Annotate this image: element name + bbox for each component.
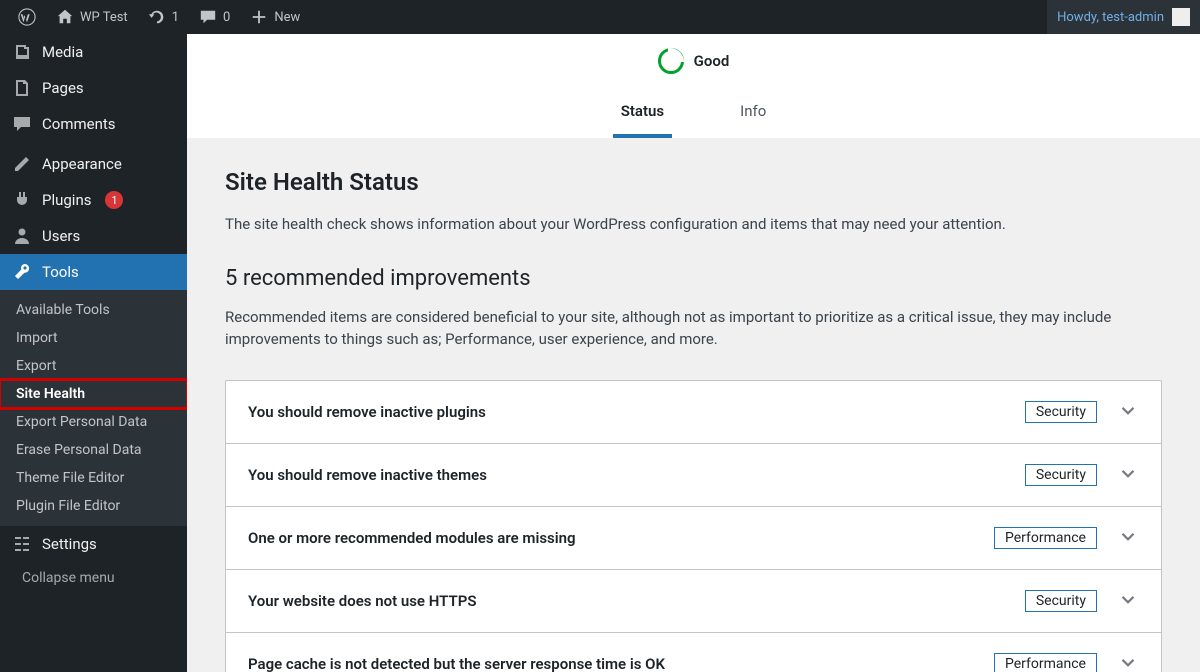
updates-count: 1 [172,10,179,25]
submenu-available-tools[interactable]: Available Tools [0,296,187,324]
users-icon [12,226,32,246]
tab-status[interactable]: Status [613,90,672,138]
comments-icon [12,114,32,134]
issue-badge: Security [1025,590,1097,612]
health-status-text: Good [694,52,730,70]
chevron-down-icon [1117,651,1139,672]
home-icon [56,8,74,26]
issue-title: You should remove inactive plugins [248,403,1025,421]
new-content-link[interactable]: New [240,0,310,34]
submenu-theme-file-editor[interactable]: Theme File Editor [0,464,187,492]
media-icon [12,42,32,62]
progress-ring-icon [658,48,684,74]
sidebar-item-comments[interactable]: Comments [0,106,187,142]
sidebar-item-media[interactable]: Media [0,34,187,70]
collapse-menu-button[interactable]: Collapse menu [0,562,187,594]
comments-link[interactable]: 0 [189,0,240,34]
issue-badge: Security [1025,464,1097,486]
submenu-import[interactable]: Import [0,324,187,352]
submenu-plugin-file-editor[interactable]: Plugin File Editor [0,492,187,520]
updates-link[interactable]: 1 [138,0,189,34]
submenu-export[interactable]: Export [0,352,187,380]
issue-badge: Security [1025,401,1097,423]
issue-row[interactable]: Your website does not use HTTPS Security [226,569,1161,632]
issue-row[interactable]: You should remove inactive themes Securi… [226,443,1161,506]
submenu-export-personal-data[interactable]: Export Personal Data [0,408,187,436]
issue-badge: Performance [994,527,1097,549]
account-menu[interactable]: Howdy, test-admin [1047,0,1200,34]
settings-icon [12,534,32,554]
site-link[interactable]: WP Test [46,0,138,34]
plugins-update-badge: 1 [105,191,123,209]
admin-sidebar: Media Pages Comments Appearance Plugins … [0,34,187,672]
sidebar-item-users[interactable]: Users [0,218,187,254]
issue-badge: Performance [994,653,1097,672]
plugins-icon [12,190,32,210]
recommended-accordion: You should remove inactive plugins Secur… [225,380,1162,672]
submenu-erase-personal-data[interactable]: Erase Personal Data [0,436,187,464]
pages-icon [12,78,32,98]
tab-info[interactable]: Info [732,90,774,138]
chevron-down-icon [1117,588,1139,614]
site-health-header: Good Status Info [187,34,1200,138]
avatar [1172,8,1190,26]
health-indicator: Good [187,48,1200,74]
issue-row[interactable]: Page cache is not detected but the serve… [226,632,1161,672]
issue-title: Page cache is not detected but the serve… [248,655,994,672]
sidebar-item-pages[interactable]: Pages [0,70,187,106]
content-area: Good Status Info Site Health Status The … [187,34,1200,672]
refresh-icon [148,8,166,26]
sidebar-item-settings[interactable]: Settings [0,526,187,562]
sidebar-item-plugins[interactable]: Plugins 1 [0,182,187,218]
issue-row[interactable]: One or more recommended modules are miss… [226,506,1161,569]
chevron-down-icon [1117,399,1139,425]
comments-count: 0 [223,10,230,25]
recommended-description: Recommended items are considered benefic… [225,307,1162,351]
page-title: Site Health Status [225,168,1162,196]
tools-icon [12,262,32,282]
appearance-icon [12,154,32,174]
plus-icon [250,8,268,26]
submenu-site-health[interactable]: Site Health [0,380,187,408]
admin-toolbar: WP Test 1 0 New Howdy, test-admin [0,0,1200,34]
issue-row[interactable]: You should remove inactive plugins Secur… [226,381,1161,443]
howdy-text: Howdy, test-admin [1057,10,1164,25]
chevron-down-icon [1117,462,1139,488]
site-health-tabs: Status Info [187,90,1200,138]
comment-icon [199,8,217,26]
chevron-down-icon [1117,525,1139,551]
site-name: WP Test [80,10,128,25]
sidebar-item-appearance[interactable]: Appearance [0,146,187,182]
new-label: New [274,10,300,25]
sidebar-item-tools[interactable]: Tools [0,254,187,290]
wordpress-icon [18,8,36,26]
wp-logo-menu[interactable] [8,0,46,34]
page-description: The site health check shows information … [225,214,1162,236]
issue-title: Your website does not use HTTPS [248,592,1025,610]
tools-submenu: Available Tools Import Export Site Healt… [0,290,187,526]
issue-title: One or more recommended modules are miss… [248,529,994,547]
recommended-title: 5 recommended improvements [225,266,1162,291]
issue-title: You should remove inactive themes [248,466,1025,484]
